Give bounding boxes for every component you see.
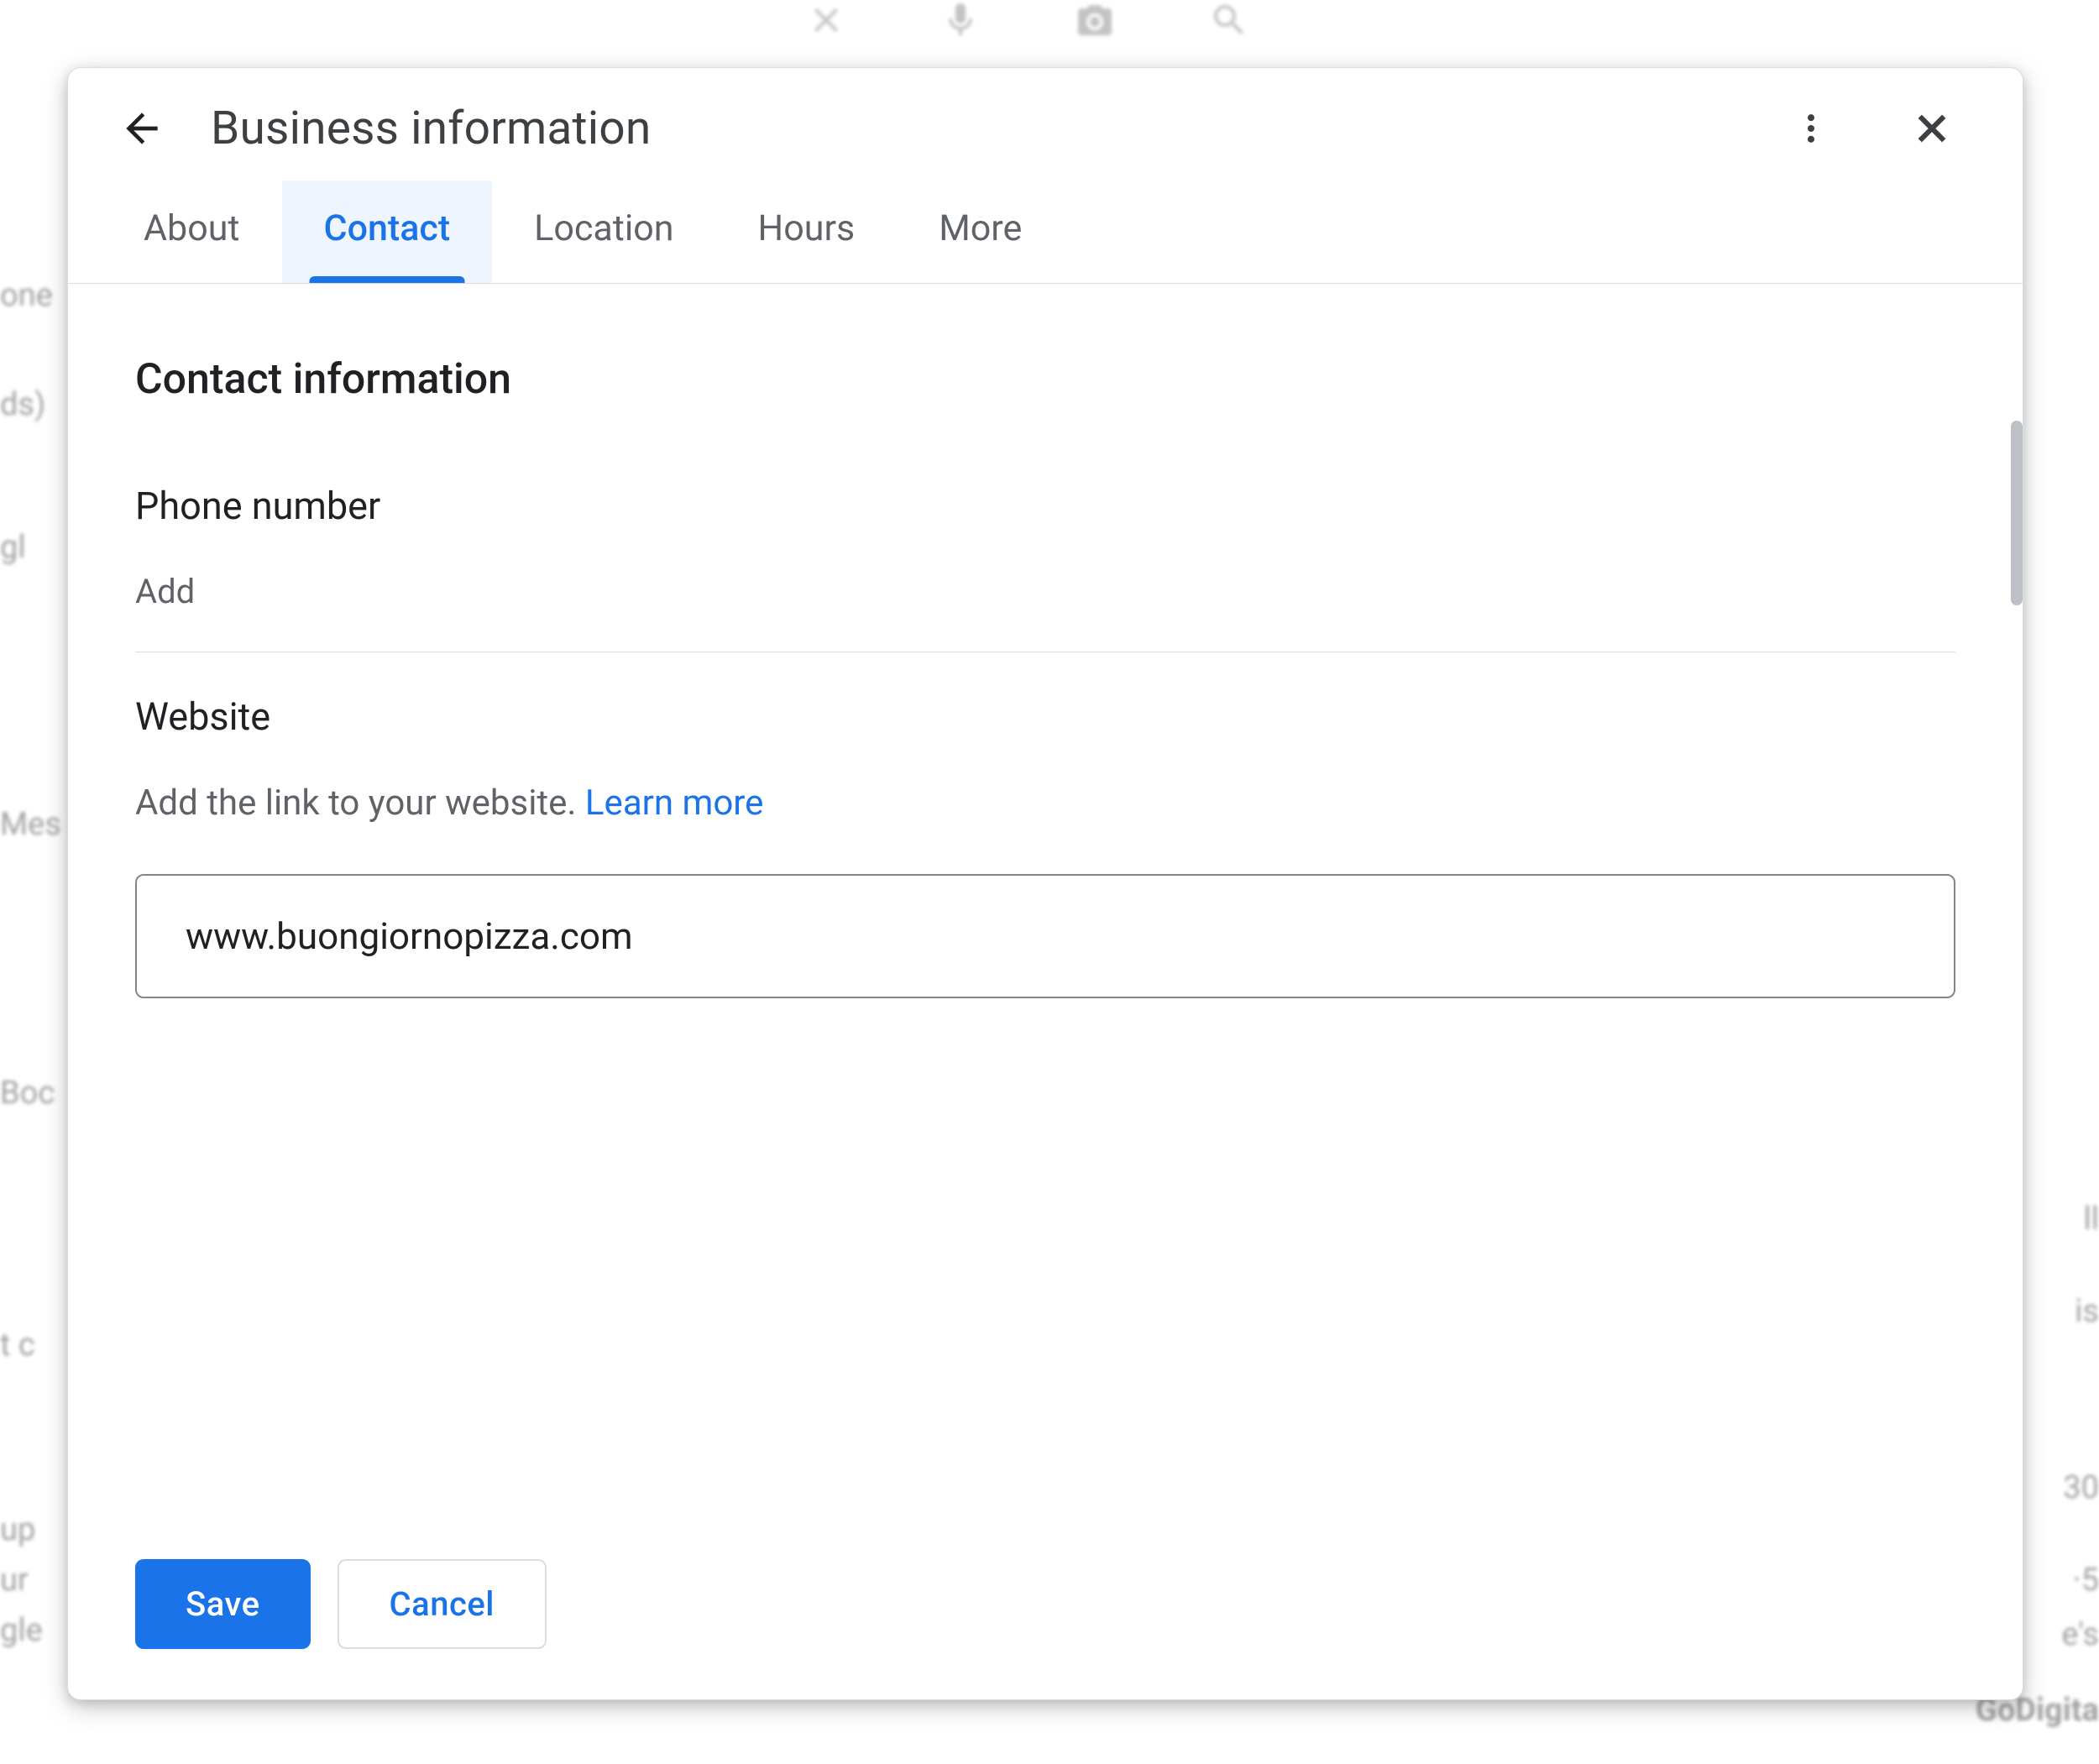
tab-hours[interactable]: Hours xyxy=(716,181,898,283)
tab-more[interactable]: More xyxy=(897,181,1064,283)
save-button[interactable]: Save xyxy=(135,1559,311,1649)
website-section: Website Add the link to your website. Le… xyxy=(135,694,1955,1039)
arrow-left-icon xyxy=(118,105,165,152)
camera-icon xyxy=(1075,0,1125,50)
tab-about[interactable]: About xyxy=(102,181,282,283)
business-information-modal: Business information About Contact Locat… xyxy=(67,67,2023,1700)
modal-footer: Save Cancel xyxy=(68,1559,2023,1699)
website-input[interactable] xyxy=(135,874,1955,998)
close-icon xyxy=(1910,107,1954,150)
learn-more-link[interactable]: Learn more xyxy=(585,783,763,824)
phone-number-section: Phone number Add xyxy=(135,484,1955,652)
phone-number-add-link[interactable]: Add xyxy=(135,572,1955,611)
modal-header: Business information xyxy=(68,68,2023,181)
more-vert-icon xyxy=(1793,110,1829,147)
tab-location[interactable]: Location xyxy=(492,181,715,283)
mic-icon xyxy=(940,0,991,50)
clear-icon xyxy=(806,0,856,50)
tab-contact[interactable]: Contact xyxy=(282,181,493,283)
close-button[interactable] xyxy=(1905,102,1959,155)
website-label: Website xyxy=(135,694,1955,739)
phone-number-label: Phone number xyxy=(135,484,1955,528)
modal-title: Business information xyxy=(211,102,1742,155)
back-button[interactable] xyxy=(115,102,169,155)
tabs-bar: About Contact Location Hours More xyxy=(68,181,2023,284)
website-description: Add the link to your website. Learn more xyxy=(135,783,1955,824)
modal-content: Contact information Phone number Add Web… xyxy=(68,284,2023,1559)
scrollbar-thumb[interactable] xyxy=(2011,421,2023,605)
search-icon xyxy=(1209,0,1259,50)
more-menu-button[interactable] xyxy=(1784,102,1838,155)
scrollbar[interactable] xyxy=(2011,421,2023,605)
cancel-button[interactable]: Cancel xyxy=(338,1559,547,1649)
section-title: Contact information xyxy=(135,355,1955,404)
